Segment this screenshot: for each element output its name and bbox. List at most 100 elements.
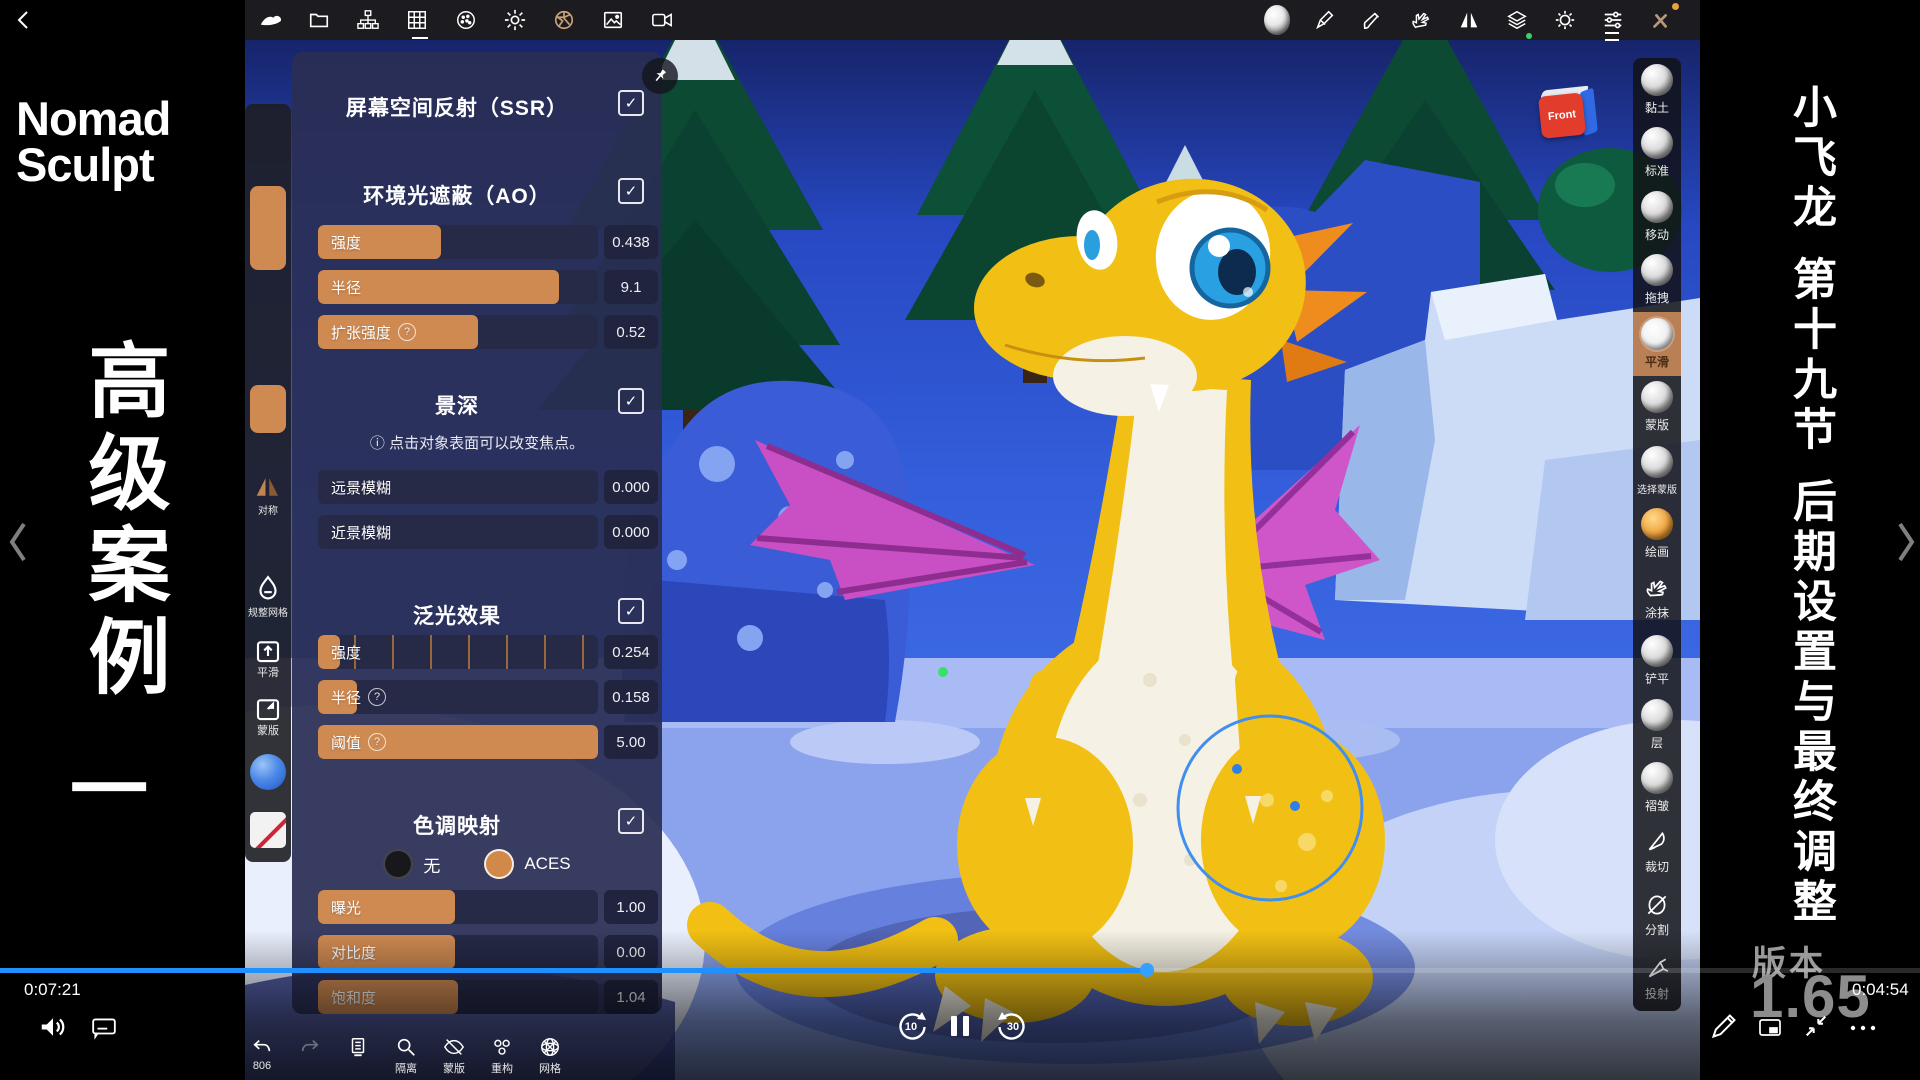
bloom-checkbox[interactable]: ✓ (618, 598, 644, 624)
dof-checkbox[interactable]: ✓ (618, 388, 644, 414)
background-image-icon[interactable] (600, 7, 626, 33)
radio-tonemap-none[interactable]: 无 (383, 849, 440, 879)
paintbrush-icon[interactable] (1360, 7, 1386, 33)
help-icon[interactable]: ? (368, 733, 386, 751)
slider-track[interactable]: 远景模糊 (318, 470, 598, 504)
radio-tonemap-aces[interactable]: ACES (484, 849, 570, 879)
video-progress-knob[interactable] (1140, 963, 1154, 977)
tool-paint[interactable]: 绘画 (1633, 503, 1681, 567)
volume-button[interactable] (38, 1012, 68, 1042)
history-list-button[interactable] (341, 1036, 375, 1080)
pause-bar (951, 1016, 957, 1036)
material-sphere-icon[interactable] (1264, 7, 1290, 33)
scene-graph-icon[interactable] (355, 7, 381, 33)
tonemap-checkbox[interactable]: ✓ (618, 808, 644, 834)
matcap-material-icon[interactable] (453, 7, 479, 33)
slider-track[interactable]: 扩张强度? (318, 315, 598, 349)
tool-flatten[interactable]: 铲平 (1633, 630, 1681, 694)
tool-smudge[interactable]: 涂抹 (1633, 566, 1681, 630)
pin-panel-button[interactable] (642, 58, 678, 94)
prev-chevron[interactable] (4, 518, 32, 571)
smooth-square-icon[interactable] (253, 636, 283, 666)
nomad-logo-icon[interactable] (257, 7, 283, 33)
layers-icon[interactable] (1504, 7, 1530, 33)
remesh-drop-icon[interactable] (253, 574, 283, 604)
help-icon[interactable]: ? (398, 323, 416, 341)
tool-move[interactable]: 移动 (1633, 185, 1681, 249)
brush-radius-slider[interactable] (250, 186, 286, 270)
mask-label: 蒙版 (443, 1060, 465, 1076)
slider-track[interactable]: 半径 (318, 270, 598, 304)
lighting-sun-icon[interactable] (502, 7, 528, 33)
rewind-10-button[interactable]: 10 (894, 1010, 928, 1044)
tool-clay[interactable]: 黏土 (1633, 58, 1681, 122)
topology-grid-icon[interactable] (404, 7, 430, 33)
tonemap-section-title: 色调映射 (292, 810, 622, 840)
settings-gear-icon[interactable] (1552, 7, 1578, 33)
tool-layer[interactable]: 层 (1633, 693, 1681, 757)
tool-smooth-active[interactable]: 平滑 (1633, 312, 1681, 376)
slider-track[interactable]: 强度 (318, 635, 598, 669)
pip-button[interactable] (1756, 1016, 1784, 1040)
paint-color-sphere[interactable] (250, 754, 286, 790)
undo-count: 806 (253, 1060, 271, 1072)
slider-bloom-threshold[interactable]: 阈值? 5.00 (318, 725, 658, 759)
rebuild-button[interactable]: 重构 (485, 1036, 519, 1080)
slider-ao-spread[interactable]: 扩张强度? 0.52 (318, 315, 658, 349)
pen-pressure-icon[interactable] (1312, 7, 1338, 33)
eye-slash-icon (443, 1036, 465, 1058)
brush-intensity-slider[interactable] (250, 385, 286, 433)
danmaku-edit-button[interactable] (1710, 1012, 1738, 1040)
radio-circle[interactable] (383, 849, 413, 879)
hand-gesture-icon[interactable] (1408, 7, 1434, 33)
slider-track[interactable]: 阈值? (318, 725, 598, 759)
tool-drag[interactable]: 拖拽 (1633, 249, 1681, 313)
slider-dof-near-blur[interactable]: 近景模糊 0.000 (318, 515, 658, 549)
help-icon[interactable]: ? (368, 688, 386, 706)
pause-button[interactable] (948, 1013, 972, 1039)
redo-button[interactable] (293, 1036, 327, 1080)
adjustments-sliders-icon[interactable] (1600, 7, 1626, 33)
camera-video-icon[interactable] (649, 7, 675, 33)
cube-front-face[interactable]: Front (1538, 92, 1586, 138)
no-texture-swatch[interactable] (250, 812, 286, 848)
slider-track[interactable]: 强度 (318, 225, 598, 259)
ao-checkbox[interactable]: ✓ (618, 178, 644, 204)
tool-mask[interactable]: 蒙版 (1633, 376, 1681, 440)
split-knife-icon (1644, 892, 1670, 918)
tool-trim[interactable]: 裁切 (1633, 820, 1681, 884)
fullscreen-toggle-button[interactable] (1802, 1012, 1830, 1040)
more-options-button[interactable] (1848, 1020, 1878, 1036)
subtitles-button[interactable] (90, 1014, 118, 1040)
slider-ao-strength[interactable]: 强度 0.438 (318, 225, 658, 259)
slider-track[interactable]: 半径? (318, 680, 598, 714)
tool-crease[interactable]: 褶皱 (1633, 757, 1681, 821)
mirror-symmetry-icon[interactable] (1456, 7, 1482, 33)
isolate-button[interactable]: 隔离 (389, 1036, 423, 1080)
tool-standard[interactable]: 标准 (1633, 122, 1681, 186)
debug-tools-icon[interactable] (1648, 7, 1674, 33)
undo-button[interactable]: 806 (245, 1036, 279, 1080)
files-folder-icon[interactable] (306, 7, 332, 33)
slider-exposure[interactable]: 曝光 1.00 (318, 890, 658, 924)
tool-select-mask[interactable]: 选择蒙版 (1633, 439, 1681, 503)
slider-dof-far-blur[interactable]: 远景模糊 0.000 (318, 470, 658, 504)
slider-ao-radius[interactable]: 半径 9.1 (318, 270, 658, 304)
slider-track[interactable]: 曝光 (318, 890, 598, 924)
mask-square-icon[interactable] (253, 694, 283, 724)
postprocess-aperture-icon[interactable] (551, 7, 577, 33)
video-progress-bar[interactable] (0, 968, 1920, 973)
slider-bloom-strength[interactable]: 强度 0.254 (318, 635, 658, 669)
forward-30-button[interactable]: 30 (996, 1010, 1030, 1044)
orientation-cube[interactable]: Front (1538, 89, 1599, 141)
ssr-checkbox[interactable]: ✓ (618, 90, 644, 116)
radio-circle-selected[interactable] (484, 849, 514, 879)
mask-visibility-button[interactable]: 蒙版 (437, 1036, 471, 1080)
slider-bloom-radius[interactable]: 半径? 0.158 (318, 680, 658, 714)
next-chevron[interactable] (1892, 518, 1920, 571)
back-arrow-icon[interactable] (12, 8, 36, 37)
wireframe-button[interactable]: 网格 (533, 1036, 567, 1080)
symmetry-icon[interactable] (253, 472, 283, 502)
slider-track[interactable]: 近景模糊 (318, 515, 598, 549)
tool-label: 铲平 (1645, 670, 1669, 687)
